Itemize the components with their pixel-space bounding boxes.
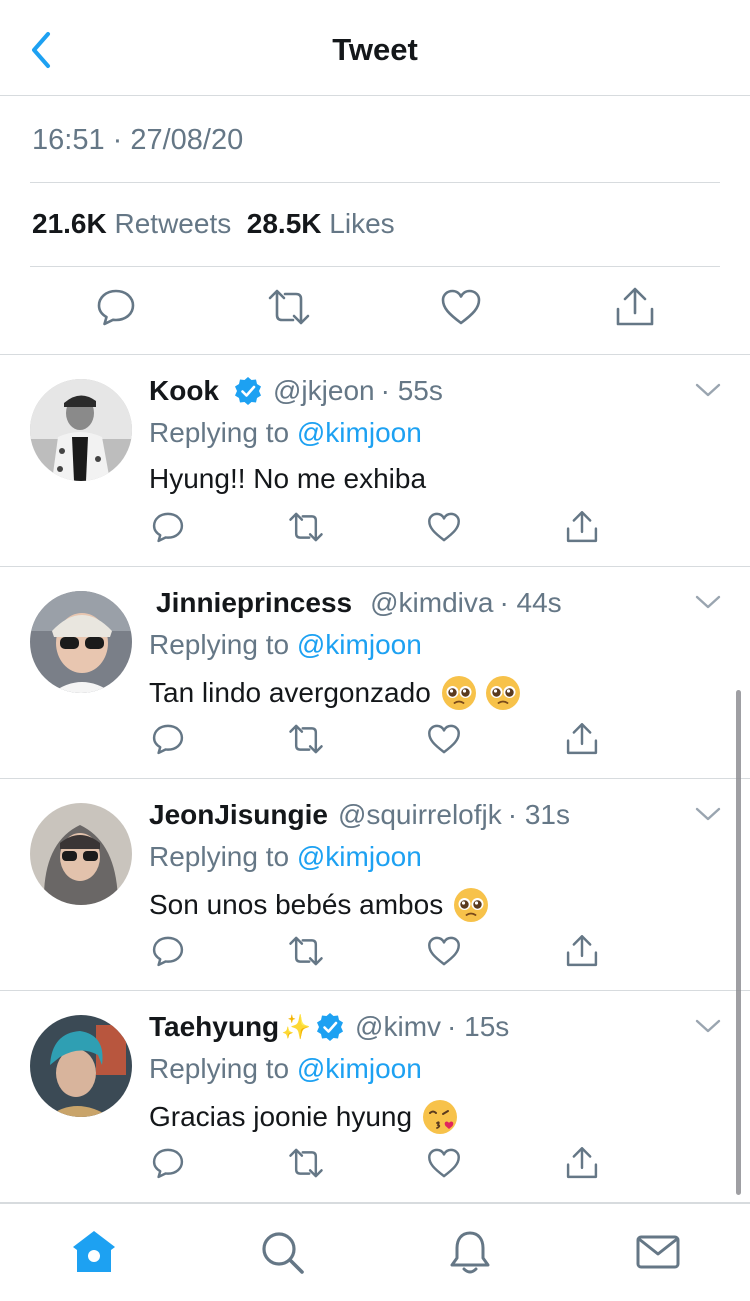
face-blowing-a-kiss-emoji-icon [423, 1100, 458, 1134]
retweet-icon[interactable] [288, 721, 324, 757]
reply-header: JeonJisungie @squirrelofjk · 31s [149, 799, 570, 831]
mention-link[interactable]: @kimjoon [297, 1053, 422, 1084]
reply-text: Tan lindo avergonzado [149, 675, 521, 711]
pleading-face-emoji-icon [454, 888, 489, 922]
handle: @squirrelofjk [337, 799, 502, 830]
replying-to: Replying to @kimjoon [149, 1053, 422, 1085]
pleading-face-emoji-icon [441, 676, 476, 710]
reply-text: Gracias joonie hyung [149, 1099, 458, 1135]
reply-tweet[interactable]: JeonJisungie @squirrelofjk · 31s Replyin… [0, 779, 750, 991]
display-name[interactable]: Kook [149, 375, 219, 407]
chevron-down-icon[interactable] [694, 1017, 722, 1035]
retweet-icon[interactable] [288, 933, 324, 969]
reply-header: Kook @jkjeon · 55s [149, 375, 443, 407]
replying-to: Replying to @kimjoon [149, 841, 422, 873]
home-icon[interactable] [70, 1228, 118, 1276]
chevron-down-icon[interactable] [694, 805, 722, 823]
bell-icon[interactable] [446, 1228, 494, 1276]
display-name[interactable]: JeonJisungie [149, 799, 328, 831]
share-icon[interactable] [564, 509, 600, 545]
mention-link[interactable]: @kimjoon [297, 629, 422, 660]
mention-link[interactable]: @kimjoon [297, 417, 422, 448]
pleading-face-emoji-icon [485, 676, 520, 710]
heart-icon[interactable] [426, 721, 462, 757]
mention-link[interactable]: @kimjoon [297, 841, 422, 872]
heart-icon[interactable] [426, 1145, 462, 1181]
display-name[interactable]: Jinnieprincess [156, 587, 352, 619]
mail-icon[interactable] [634, 1228, 682, 1276]
retweet-icon[interactable] [288, 1145, 324, 1181]
reply-time: · 55s [380, 375, 443, 406]
tweet-action-bar [0, 285, 750, 337]
replying-prefix: Replying to [149, 629, 290, 660]
reply-icon[interactable] [150, 933, 186, 969]
reply-body: Son unos bebés ambos [149, 889, 444, 920]
likes-link[interactable]: 28.5K Likes [247, 208, 395, 239]
reply-time: · 44s [499, 587, 562, 618]
divider [30, 266, 720, 267]
name-sparkles: ✨ [281, 1013, 312, 1041]
replying-to: Replying to @kimjoon [149, 417, 422, 449]
retweets-count: 21.6K [32, 208, 107, 239]
share-icon[interactable] [613, 285, 657, 329]
verified-badge-icon [317, 1013, 344, 1041]
reply-icon[interactable] [150, 1145, 186, 1181]
display-name[interactable]: Taehyung [149, 1011, 279, 1043]
replying-to: Replying to @kimjoon [149, 629, 422, 661]
page-title: Tweet [332, 32, 418, 67]
reply-body: Tan lindo avergonzado [149, 677, 431, 708]
reply-text: Son unos bebés ambos [149, 887, 489, 923]
avatar[interactable] [30, 591, 132, 693]
chevron-down-icon[interactable] [694, 593, 722, 611]
reply-body: Gracias joonie hyung [149, 1101, 413, 1132]
retweet-icon[interactable] [288, 509, 324, 545]
retweets-link[interactable]: 21.6K Retweets [32, 208, 231, 239]
reply-tweet[interactable]: Kook @jkjeon · 55s Replying to @kimjoon … [0, 355, 750, 567]
tweet-timestamp: 16:51 · 27/08/20 [32, 124, 244, 156]
reply-header: Jinnieprincess @kimdiva · 44s [156, 587, 562, 619]
handle: @kimv [355, 1011, 442, 1042]
chevron-down-icon[interactable] [694, 381, 722, 399]
avatar[interactable] [30, 379, 132, 481]
scrollbar[interactable] [736, 690, 741, 1195]
avatar[interactable] [30, 803, 132, 905]
likes-count: 28.5K [246, 208, 322, 239]
bottom-tab-bar [0, 1203, 750, 1301]
heart-icon[interactable] [426, 509, 462, 545]
reply-time: · 31s [507, 799, 570, 830]
share-icon[interactable] [564, 1145, 600, 1181]
heart-icon[interactable] [426, 933, 462, 969]
reply-icon[interactable] [150, 721, 186, 757]
retweets-label: Retweets [114, 208, 232, 239]
reply-time: · 15s [447, 1011, 510, 1042]
handle: @kimdiva [370, 587, 494, 618]
heart-icon[interactable] [439, 285, 483, 329]
avatar[interactable] [30, 1015, 132, 1117]
top-bar: Tweet [0, 0, 750, 96]
reply-text: Hyung!! No me exhiba [149, 463, 426, 495]
share-icon[interactable] [564, 721, 600, 757]
verified-badge-icon [235, 377, 261, 405]
likes-label: Likes [329, 208, 395, 239]
reply-icon[interactable] [150, 509, 186, 545]
retweet-icon[interactable] [267, 285, 311, 329]
share-icon[interactable] [564, 933, 600, 969]
replying-prefix: Replying to [149, 417, 290, 448]
handle: @jkjeon [273, 375, 375, 406]
search-icon[interactable] [258, 1228, 306, 1276]
reply-body: Hyung!! No me exhiba [149, 463, 427, 494]
reply-icon[interactable] [94, 285, 138, 329]
replying-prefix: Replying to [149, 1053, 290, 1084]
reply-tweet[interactable]: Taehyung ✨ @kimv · 15s Replying to @kimj… [0, 991, 750, 1203]
tweet-stats: 21.6K Retweets 28.5K Likes [32, 208, 395, 240]
replying-prefix: Replying to [149, 841, 290, 872]
reply-header: Taehyung ✨ @kimv · 15s [149, 1011, 509, 1043]
divider [30, 182, 720, 183]
reply-tweet[interactable]: Jinnieprincess @kimdiva · 44s Replying t… [0, 567, 750, 779]
